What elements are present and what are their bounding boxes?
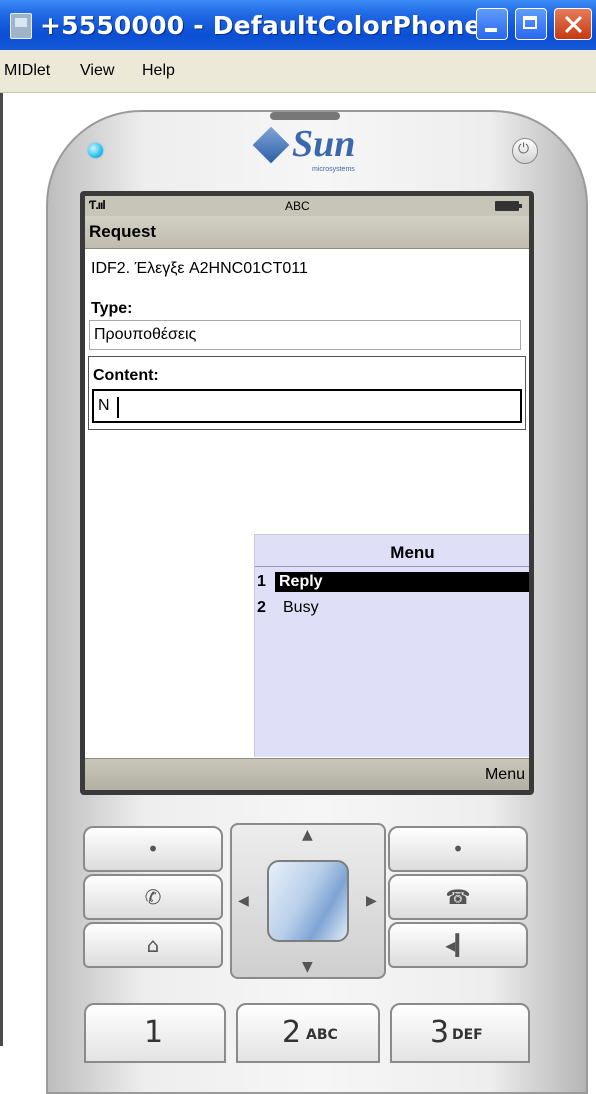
key-digit: 3 [430, 1015, 450, 1050]
menu-help[interactable]: Help [142, 62, 175, 80]
home-key[interactable]: ⌂ [83, 922, 223, 968]
content-label: Content: [93, 367, 159, 384]
call-key[interactable]: ✆ [83, 874, 223, 920]
arrow-down-icon[interactable]: ▼ [302, 959, 313, 975]
menu-view[interactable]: View [80, 62, 114, 80]
content-group: Content: N [88, 356, 526, 430]
backspace-icon: ◂▎ [445, 933, 471, 957]
app-icon [10, 13, 32, 39]
status-led-icon [88, 143, 103, 158]
battery-icon [495, 201, 522, 211]
window-border [0, 93, 3, 1046]
popup-menu-divider [255, 566, 529, 567]
hang-up-icon: ☎ [445, 885, 471, 909]
key-letters: DEF [452, 1027, 483, 1043]
content-input[interactable]: N [92, 389, 522, 423]
power-button-icon[interactable] [512, 138, 538, 164]
request-info-text: IDF2. Έλεγξε A2HNC01CT011 [91, 260, 308, 277]
menu-item-busy[interactable]: 2 Busy [255, 595, 529, 621]
key-digit: 2 [282, 1015, 302, 1050]
popup-menu-title: Menu [390, 543, 435, 562]
arrow-up-icon[interactable]: ▲ [302, 827, 313, 843]
type-field[interactable]: Προυποθέσεις [89, 320, 521, 350]
phone-screen: Ƭ.ııl ABC Request IDF2. Έλεγξε A2HNC01CT… [85, 196, 529, 790]
end-call-key[interactable]: ☎ [388, 874, 528, 920]
sun-diamond-icon [252, 126, 290, 164]
left-soft-key[interactable]: • [83, 826, 223, 872]
window-titlebar[interactable]: +5550000 - DefaultColorPhone [0, 0, 596, 50]
type-label: Type: [91, 300, 133, 317]
sun-logo: Sun microsystems [252, 123, 372, 182]
phone-call-icon: ✆ [144, 885, 162, 909]
key-digit: 1 [144, 1015, 164, 1050]
soft-key-menu[interactable]: Menu [485, 766, 525, 784]
menu-bar: MIDlet View Help [0, 50, 596, 93]
window-title: +5550000 - DefaultColorPhone [40, 11, 482, 40]
select-button[interactable] [267, 860, 349, 942]
minimize-button[interactable] [476, 8, 508, 40]
key-3[interactable]: 3 DEF [390, 1003, 530, 1063]
clear-key[interactable]: ◂▎ [388, 922, 528, 968]
close-button[interactable] [554, 8, 592, 40]
soft-key-bar: Menu [85, 758, 529, 790]
brand-name: Sun [292, 123, 356, 165]
menu-item-label: Reply [275, 572, 529, 592]
text-caret [117, 397, 119, 418]
menu-item-reply[interactable]: 1 Reply [255, 569, 529, 595]
brand-subtitle: microsystems [312, 166, 355, 173]
content-input-value: N [98, 397, 110, 414]
right-soft-key[interactable]: • [388, 826, 528, 872]
dot-icon: • [147, 837, 159, 861]
popup-menu: Menu 1 Reply 2 Busy [254, 534, 529, 757]
input-mode-indicator: ABC [285, 199, 310, 213]
menu-item-number: 2 [257, 599, 266, 616]
signal-strength-icon: Ƭ.ııl [89, 198, 106, 212]
home-icon: ⌂ [146, 933, 160, 957]
speaker-grille [270, 112, 340, 120]
arrow-left-icon[interactable]: ◀ [238, 893, 249, 909]
status-bar: Ƭ.ııl ABC [85, 196, 529, 216]
key-1[interactable]: 1 [84, 1003, 226, 1063]
screen-title-bar: Request [85, 216, 529, 249]
dot-icon: • [452, 837, 464, 861]
maximize-button[interactable] [515, 8, 547, 40]
menu-item-label: Busy [283, 599, 319, 616]
screen-title: Request [89, 222, 157, 241]
arrow-right-icon[interactable]: ▶ [366, 893, 377, 909]
key-2[interactable]: 2 ABC [236, 1003, 380, 1063]
menu-midlet[interactable]: MIDlet [4, 62, 50, 80]
navigation-pad[interactable]: ▲ ▼ ◀ ▶ [230, 823, 386, 979]
key-letters: ABC [306, 1027, 338, 1043]
menu-item-number: 1 [257, 573, 266, 590]
